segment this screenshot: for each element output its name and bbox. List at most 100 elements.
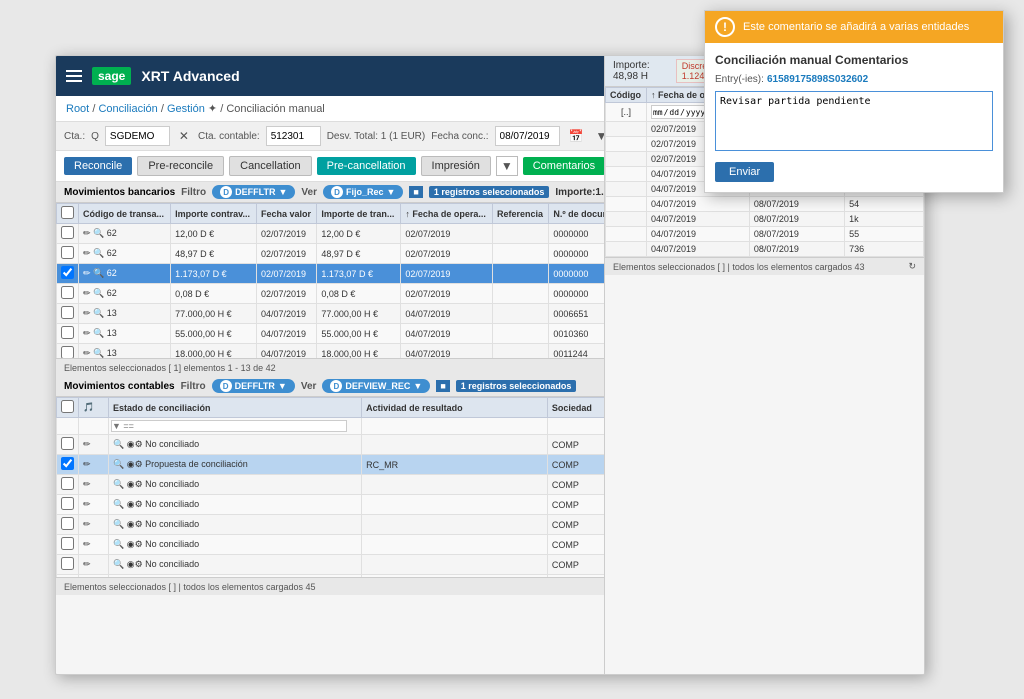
th-fecha-valor-b[interactable]: Fecha valor <box>256 204 316 224</box>
th-check-b[interactable] <box>57 204 79 224</box>
filter-value-b: DEFFLTR <box>235 187 275 197</box>
d-circle-c: D <box>220 380 232 392</box>
row-check-b-0[interactable] <box>61 226 74 239</box>
comment-textarea[interactable] <box>715 91 993 151</box>
select-all-c[interactable] <box>61 400 74 413</box>
elements-bar-text-right: Elementos seleccionados [ ] | todos los … <box>613 262 864 272</box>
breadcrumb-conciliacion[interactable]: Conciliación <box>98 103 157 115</box>
pencil-icon-c[interactable]: ✏ <box>83 479 91 489</box>
pencil-icon[interactable]: ✏ <box>83 248 91 258</box>
registros-badge-b: 1 registros seleccionados <box>429 186 550 198</box>
pre-reconcile-button[interactable]: Pre-reconcile <box>137 156 224 176</box>
row-check-c-2[interactable] <box>61 457 74 470</box>
elements-bar-right: Elementos seleccionados [ ] | todos los … <box>605 257 924 275</box>
search-icon-c[interactable]: 🔍 <box>113 439 124 449</box>
cta-icon: Q <box>91 131 99 142</box>
row-check-c-4[interactable] <box>61 497 74 510</box>
breadcrumb-root[interactable]: Root <box>66 103 89 115</box>
table-row[interactable]: 04/07/2019 08/07/2019 736 <box>606 242 924 257</box>
concil-icons: ◉⚙ <box>127 479 143 489</box>
row-check-c-7[interactable] <box>61 557 74 570</box>
search-icon[interactable]: 🔍 <box>93 248 104 258</box>
search-icon-c[interactable]: 🔍 <box>113 559 124 569</box>
concil-icons: ◉⚙ <box>127 439 143 449</box>
select-all-b[interactable] <box>61 206 74 219</box>
pencil-icon[interactable]: ✏ <box>83 348 91 358</box>
search-icon[interactable]: 🔍 <box>93 328 104 338</box>
filter-label-c: Filtro <box>181 381 206 392</box>
table-row[interactable]: 04/07/2019 08/07/2019 54 <box>606 197 924 212</box>
blue-sq-b: ■ <box>409 186 422 198</box>
search-icon[interactable]: 🔍 <box>93 268 104 278</box>
row-check-c-6[interactable] <box>61 537 74 550</box>
comment-popup: ! Este comentario se añadirá a varias en… <box>704 10 1004 193</box>
right-table-container[interactable]: Código ↑ Fecha de operación Fecha valor … <box>605 182 924 257</box>
pencil-icon[interactable]: ✏ <box>83 288 91 298</box>
pencil-icon-c[interactable]: ✏ <box>83 559 91 569</box>
pencil-icon[interactable]: ✏ <box>83 268 91 278</box>
search-icon-c[interactable]: 🔍 <box>113 499 124 509</box>
breadcrumb-gestion[interactable]: Gestión <box>167 103 205 115</box>
search-icon-c[interactable]: 🔍 <box>113 459 124 469</box>
cta-clear-icon[interactable]: ✕ <box>176 128 192 144</box>
fecha-input[interactable] <box>495 126 560 146</box>
filter-pill-c[interactable]: D DEFFLTR ▼ <box>212 379 295 393</box>
table-row[interactable]: 04/07/2019 08/07/2019 55 <box>606 227 924 242</box>
ver-pill-c[interactable]: D DEFVIEW_REC ▼ <box>322 379 430 393</box>
concil-icons: ◉⚙ <box>127 499 143 509</box>
search-icon-c[interactable]: 🔍 <box>113 539 124 549</box>
th-ref-b[interactable]: Referencia <box>493 204 549 224</box>
th-code-b[interactable]: Código de transa... <box>79 204 171 224</box>
pencil-icon-c[interactable]: ✏ <box>83 499 91 509</box>
pencil-icon-c[interactable]: ✏ <box>83 539 91 549</box>
th-estado-c[interactable]: Estado de conciliación <box>109 398 362 418</box>
th-importe-trans-b[interactable]: Importe de tran... <box>317 204 401 224</box>
search-icon[interactable]: 🔍 <box>93 348 104 358</box>
ver-pill-b[interactable]: D Fijo_Rec ▼ <box>323 185 403 199</box>
impresion-button[interactable]: Impresión <box>421 156 491 176</box>
pencil-icon-c[interactable]: ✏ <box>83 459 91 469</box>
right-panel: Importe: 48,98 H Discrepancia total: 1.1… <box>604 182 924 674</box>
pencil-icon[interactable]: ✏ <box>83 308 91 318</box>
contables-title: Movimientos contables <box>64 381 175 392</box>
row-check-c-5[interactable] <box>61 517 74 530</box>
pencil-icon[interactable]: ✏ <box>83 228 91 238</box>
th-check-c[interactable] <box>57 398 79 418</box>
row-check-c-1[interactable] <box>61 437 74 450</box>
row-check-b-3[interactable] <box>61 286 74 299</box>
search-icon[interactable]: 🔍 <box>93 228 104 238</box>
row-check-b-4[interactable] <box>61 306 74 319</box>
th-fecha-op-b[interactable]: ↑ Fecha de opera... <box>401 204 493 224</box>
pencil-icon-c[interactable]: ✏ <box>83 439 91 449</box>
row-check-b-6[interactable] <box>61 346 74 358</box>
search-icon[interactable]: 🔍 <box>93 308 104 318</box>
search-icon-c[interactable]: 🔍 <box>113 519 124 529</box>
pencil-icon[interactable]: ✏ <box>83 328 91 338</box>
refresh-icon-r[interactable]: ↻ <box>908 261 916 272</box>
cta-input[interactable] <box>105 126 170 146</box>
alert-text: Este comentario se añadirá a varias enti… <box>743 21 969 33</box>
filter-estado-c[interactable] <box>111 420 347 432</box>
th-importe-contra-b[interactable]: Importe contrav... <box>171 204 257 224</box>
cta-contable-input[interactable] <box>266 126 321 146</box>
comentarios-button[interactable]: Comentarios <box>523 157 605 175</box>
th-actividad-c[interactable]: Actividad de resultado <box>362 398 548 418</box>
search-icon[interactable]: 🔍 <box>93 288 104 298</box>
search-icon-c[interactable]: 🔍 <box>113 479 124 489</box>
pre-cancellation-button[interactable]: Pre-cancellation <box>317 157 416 175</box>
row-check-b-5[interactable] <box>61 326 74 339</box>
filter-pill-b[interactable]: D DEFFLTR ▼ <box>212 185 295 199</box>
row-check-c-3[interactable] <box>61 477 74 490</box>
pencil-icon-c[interactable]: ✏ <box>83 519 91 529</box>
hamburger-menu[interactable] <box>66 70 82 82</box>
elements-bar-text-bancarios: Elementos seleccionados [ 1] elementos 1… <box>64 363 276 373</box>
cancellation-button[interactable]: Cancellation <box>229 156 312 176</box>
impresion-dropdown-icon[interactable]: ▼ <box>496 156 518 176</box>
send-button[interactable]: Enviar <box>715 162 774 182</box>
row-check-b-1[interactable] <box>61 246 74 259</box>
table-row[interactable]: 04/07/2019 08/07/2019 1k <box>606 212 924 227</box>
row-check-b-2[interactable] <box>61 266 74 279</box>
reconcile-button[interactable]: Reconcile <box>64 157 132 175</box>
calendar-icon[interactable]: 📅 <box>566 128 587 144</box>
ver-label-c: Ver <box>301 381 317 392</box>
